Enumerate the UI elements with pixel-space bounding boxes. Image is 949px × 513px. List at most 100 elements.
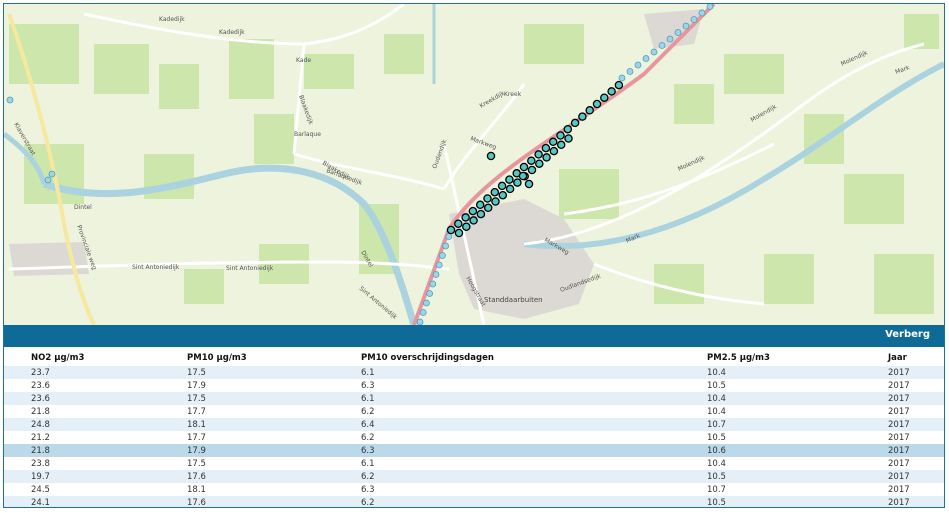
measurement-point-selected[interactable] — [505, 175, 514, 184]
col-header-no2: NO2 µg/m3 — [31, 352, 85, 363]
table-row[interactable]: 24.1 17.6 6.2 10.5 2017 — [4, 496, 944, 507]
cell-pm10-days: 6.2 — [334, 470, 680, 483]
table-row[interactable]: 19.7 17.6 6.2 10.5 2017 — [4, 470, 944, 483]
measurement-point-selected[interactable] — [483, 203, 493, 213]
measurement-point[interactable] — [690, 16, 698, 23]
col-header-pm25: PM2.5 µg/m3 — [707, 352, 770, 363]
measurement-point-selected[interactable] — [600, 93, 609, 102]
measurement-point-selected[interactable] — [446, 225, 456, 235]
measurement-point-selected[interactable] — [535, 159, 544, 168]
measurement-point-selected[interactable] — [542, 153, 551, 162]
measurement-point[interactable] — [44, 176, 52, 184]
measurement-point[interactable] — [642, 55, 650, 62]
cell-pm10-days: 6.3 — [334, 444, 680, 457]
measurement-point-selected[interactable] — [524, 179, 534, 189]
measurement-point-selected[interactable] — [468, 206, 478, 216]
measurement-point[interactable] — [442, 242, 450, 250]
measurement-point[interactable] — [658, 42, 666, 49]
measurement-point[interactable] — [674, 29, 682, 36]
measurement-point-selected[interactable] — [454, 219, 463, 228]
measurement-point[interactable] — [429, 280, 437, 288]
map-label: Sint Antoniedijk — [226, 265, 274, 272]
measurement-point-selected[interactable] — [556, 131, 565, 140]
measurement-point[interactable] — [438, 252, 446, 259]
measurement-point[interactable] — [626, 68, 634, 75]
table-row[interactable]: 23.6 17.5 6.1 10.4 2017 — [4, 392, 944, 405]
table-row[interactable]: 23.7 17.5 6.1 10.4 2017 — [4, 366, 944, 379]
map-label: Kreek — [504, 91, 522, 98]
measurement-point-selected[interactable] — [483, 194, 492, 203]
table-row[interactable]: 24.8 18.1 6.4 10.7 2017 — [4, 418, 944, 431]
measurement-point-selected[interactable] — [548, 137, 558, 147]
measurement-point-selected[interactable] — [513, 178, 522, 187]
measurement-point-selected[interactable] — [527, 165, 537, 175]
cell-no2: 23.8 — [4, 457, 160, 470]
measurement-point-selected[interactable] — [505, 184, 515, 194]
measurement-point-selected[interactable] — [497, 181, 507, 191]
cell-pm25: 10.4 — [680, 457, 861, 470]
measurement-point[interactable] — [445, 233, 453, 240]
measurement-point[interactable] — [435, 261, 443, 269]
table-header-row: NO2 µg/m3 PM10 µg/m3 PM10 overschrijding… — [4, 347, 944, 366]
measurement-point-selected[interactable] — [570, 118, 580, 128]
measurement-point-selected[interactable] — [564, 134, 573, 143]
measurement-point-selected[interactable] — [486, 151, 496, 161]
measurement-point-selected[interactable] — [563, 124, 573, 134]
measurement-point-selected[interactable] — [556, 140, 566, 150]
measurement-point[interactable] — [419, 309, 427, 316]
cell-pm25: 10.4 — [680, 392, 861, 405]
measurement-point-selected[interactable] — [534, 150, 543, 159]
measurement-point-selected[interactable] — [527, 156, 536, 165]
measurement-point[interactable] — [666, 35, 674, 43]
measurement-point-selected[interactable] — [592, 99, 602, 109]
table-row[interactable]: 21.2 17.7 6.2 10.5 2017 — [4, 431, 944, 444]
table-row[interactable]: 21.8 17.9 6.3 10.6 2017 — [4, 444, 944, 457]
cell-pm10-days: 6.2 — [334, 431, 680, 444]
measurement-point[interactable] — [618, 74, 626, 82]
measurement-point-selected[interactable] — [469, 216, 478, 225]
measurement-point-selected[interactable] — [541, 143, 551, 153]
measurement-point-selected[interactable] — [578, 112, 587, 121]
measurement-point[interactable] — [422, 299, 430, 307]
measurement-point-selected[interactable] — [454, 228, 464, 238]
measurement-point-selected[interactable] — [498, 190, 508, 200]
measurement-point[interactable] — [706, 4, 714, 10]
measurement-point-selected[interactable] — [549, 146, 559, 156]
measurement-point[interactable] — [682, 22, 690, 30]
measurement-point-selected[interactable] — [607, 87, 616, 96]
cell-year: 2017 — [861, 405, 944, 418]
table-row[interactable]: 23.6 17.9 6.3 10.5 2017 — [4, 379, 944, 392]
measurement-point-selected[interactable] — [462, 222, 471, 231]
cell-pm10-days: 6.1 — [334, 457, 680, 470]
measurement-point[interactable] — [6, 96, 14, 104]
table-row[interactable]: 24.5 18.1 6.3 10.7 2017 — [4, 483, 944, 496]
measurement-point[interactable] — [634, 61, 642, 69]
measurement-point-selected[interactable] — [519, 162, 529, 172]
map-canvas[interactable]: KadedijkKadedijkKadeBlaakedijkBarlaqueBa… — [4, 4, 944, 325]
cell-pm10: 17.5 — [160, 392, 334, 405]
measurement-point-selected[interactable] — [518, 171, 528, 181]
measurement-point-selected[interactable] — [476, 209, 486, 219]
table-row[interactable]: 23.8 17.5 6.1 10.4 2017 — [4, 457, 944, 470]
cell-pm10: 17.6 — [160, 496, 334, 507]
map-label: Kade — [296, 57, 311, 64]
map-label: Kadedijk — [219, 29, 245, 36]
measurement-point[interactable] — [698, 9, 706, 17]
measurement-point-selected[interactable] — [614, 80, 624, 90]
cell-pm25: 10.5 — [680, 431, 861, 444]
cell-year: 2017 — [861, 470, 944, 483]
cell-pm10-days: 6.2 — [334, 496, 680, 507]
measurement-point[interactable] — [48, 170, 56, 178]
table-row[interactable]: 21.8 17.7 6.2 10.4 2017 — [4, 405, 944, 418]
cell-year: 2017 — [861, 392, 944, 405]
measurement-point[interactable] — [432, 271, 440, 278]
measurement-point[interactable] — [650, 48, 658, 56]
measurement-point-selected[interactable] — [475, 200, 485, 210]
measurement-point-selected[interactable] — [585, 106, 594, 115]
measurement-point[interactable] — [426, 290, 434, 297]
measurement-point-selected[interactable] — [490, 187, 500, 197]
measurement-point-selected[interactable] — [491, 197, 500, 206]
hide-button[interactable]: Verberg — [885, 329, 930, 340]
measurement-point-selected[interactable] — [461, 213, 470, 222]
map-view[interactable]: Kadedijk Kadedijk Kade Blaakedijk Barlaque Ba… — [4, 4, 944, 325]
